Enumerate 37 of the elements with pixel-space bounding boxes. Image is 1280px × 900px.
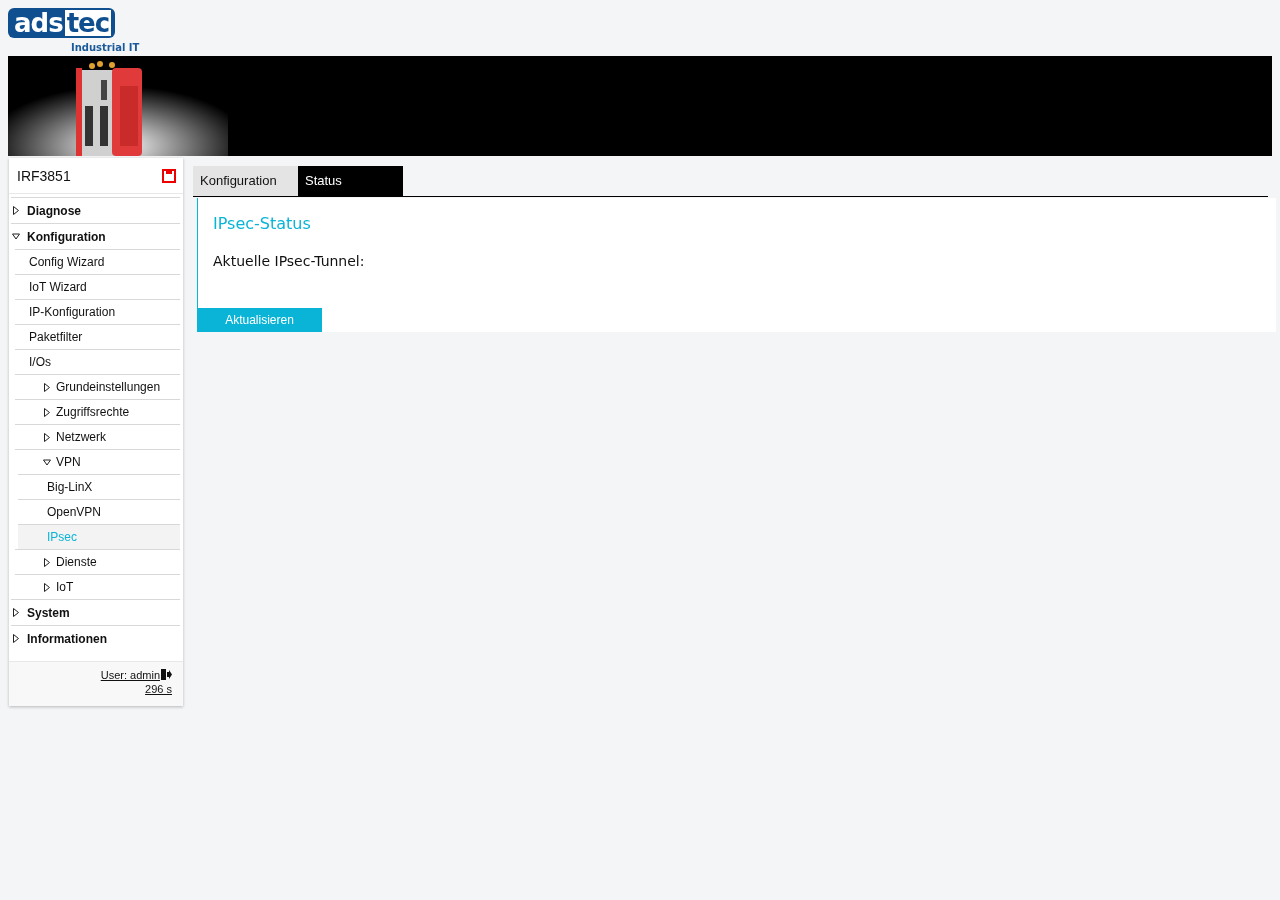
logo: adstec [8, 8, 116, 38]
nav-item[interactable]: System [11, 599, 180, 625]
nav-item[interactable]: IoT Wizard [15, 274, 180, 299]
nav-item[interactable]: Informationen [11, 625, 180, 651]
panel-title: IPsec-Status [213, 214, 312, 233]
nav-item[interactable]: Dienste [15, 549, 180, 574]
nav-item[interactable]: I/Os [15, 349, 180, 374]
nav-item[interactable]: Big-LinX [18, 474, 180, 499]
logout-icon[interactable] [161, 669, 172, 680]
session-timer[interactable]: 296 s [145, 683, 172, 695]
nav-item[interactable]: Konfiguration [11, 223, 180, 249]
nav-item[interactable]: VPN [15, 449, 180, 474]
nav-item[interactable]: Diagnose [11, 197, 180, 223]
nav-item[interactable]: Netzwerk [15, 424, 180, 449]
tab[interactable]: Status [298, 166, 403, 196]
caret-right-icon [43, 557, 51, 567]
nav-item[interactable]: Paketfilter [15, 324, 180, 349]
tab[interactable]: Konfiguration [193, 166, 298, 196]
user-link[interactable]: User: admin [100, 669, 160, 681]
caret-right-icon [43, 407, 51, 417]
caret-right-icon [12, 206, 20, 215]
device-name: IRF3851 [17, 168, 71, 184]
caret-right-icon [43, 582, 51, 592]
caret-right-icon [12, 608, 20, 617]
caret-right-icon [43, 382, 51, 392]
nav-item[interactable]: IP-Konfiguration [15, 299, 180, 324]
caret-right-icon [43, 432, 51, 442]
nav-item[interactable]: IoT [15, 574, 180, 599]
caret-right-icon [12, 634, 20, 643]
caret-down-icon [43, 457, 51, 467]
logo-tagline: Industrial IT [71, 42, 141, 53]
nav-item[interactable]: Config Wizard [15, 249, 180, 274]
caret-down-icon [12, 232, 20, 241]
panel-text: Aktuelle IPsec-Tunnel: [213, 253, 366, 269]
nav-item[interactable]: Grundeinstellungen [15, 374, 180, 399]
nav-item[interactable]: Zugriffsrechte [15, 399, 180, 424]
save-icon[interactable] [162, 169, 176, 183]
